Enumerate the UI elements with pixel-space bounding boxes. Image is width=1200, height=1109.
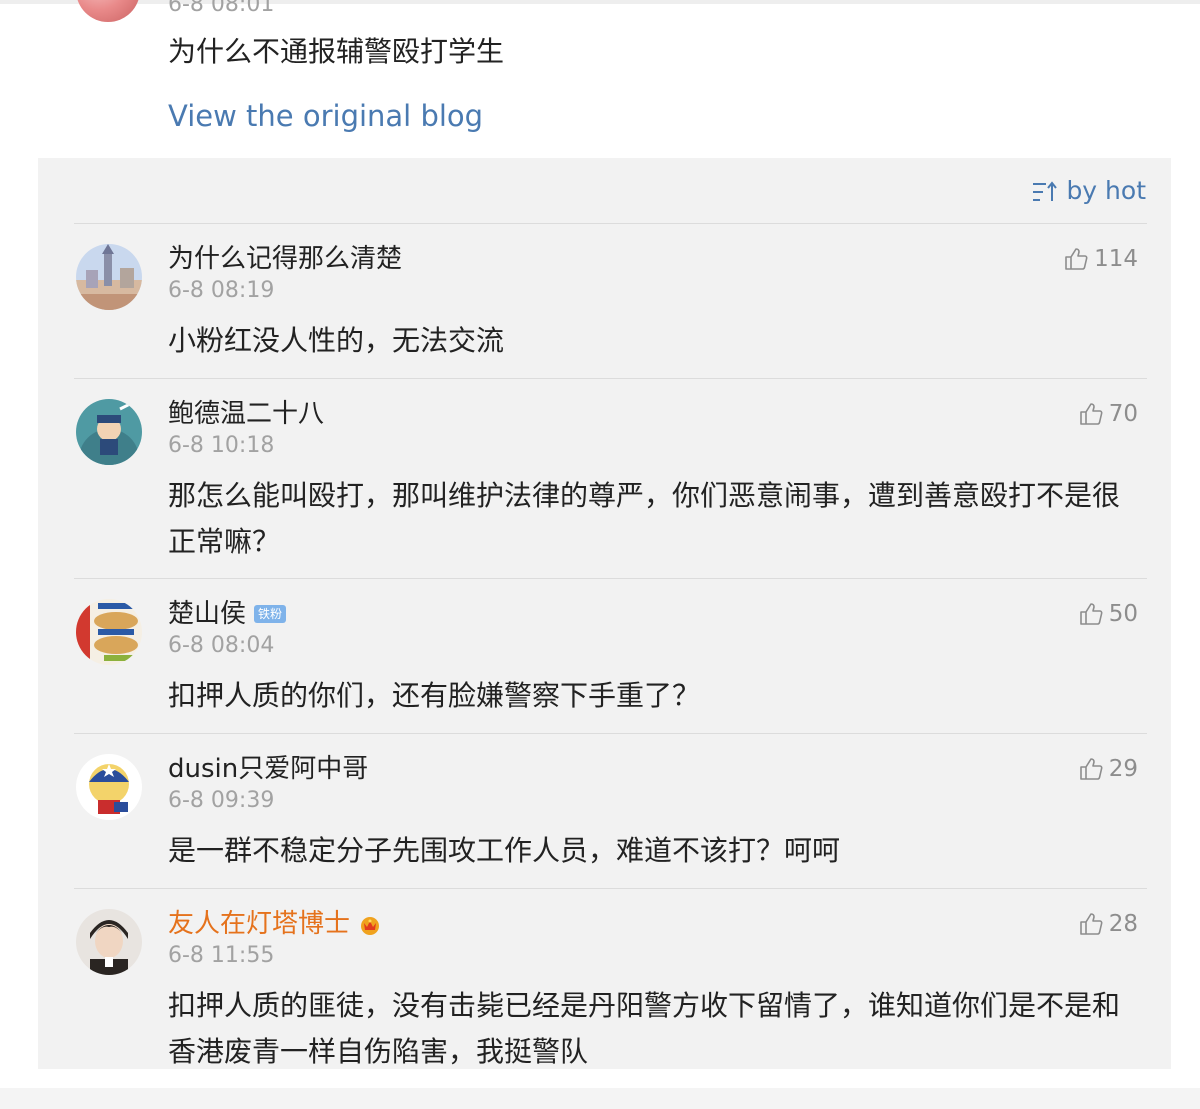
commenter-name-text: 友人在灯塔博士 xyxy=(168,909,351,939)
commenter-name[interactable]: 楚山侯 铁粉 xyxy=(168,597,287,631)
thumbs-up-icon xyxy=(1079,402,1103,426)
comment-text: 扣押人质的匪徒，没有击毙已经是丹阳警方收下留情了，谁知道你们是不是和香港废青一样… xyxy=(168,989,1121,1068)
comments-panel: by hot 为什么记得那么清楚 6-8 08:19 小粉红没人性的，无法交流 xyxy=(38,158,1171,1069)
like-count: 114 xyxy=(1094,246,1138,272)
like-button[interactable]: 70 xyxy=(1079,401,1138,427)
comment-time: 6-8 08:04 xyxy=(168,633,275,658)
thumbs-up-icon xyxy=(1079,602,1103,626)
original-post-time: 6-8 08:01 xyxy=(168,0,275,17)
sort-label: by hot xyxy=(1066,176,1146,205)
like-button[interactable]: 29 xyxy=(1079,756,1138,782)
commenter-name[interactable]: 为什么记得那么清楚 xyxy=(168,242,402,276)
comment-time: 6-8 09:39 xyxy=(168,788,275,813)
original-author-avatar[interactable] xyxy=(76,0,140,22)
comment-item: 为什么记得那么清楚 6-8 08:19 小粉红没人性的，无法交流 114 xyxy=(38,224,1171,378)
commenter-avatar[interactable] xyxy=(76,399,142,465)
like-button[interactable]: 50 xyxy=(1079,601,1138,627)
commenter-name[interactable]: 鲍德温二十八 xyxy=(168,397,324,431)
comment-item: 鲍德温二十八 6-8 10:18 那怎么能叫殴打，那叫维护法律的尊严，你们恶意闹… xyxy=(38,379,1171,578)
fan-badge: 铁粉 xyxy=(254,605,287,623)
commenter-name[interactable]: dusin只爱阿中哥 xyxy=(168,752,368,786)
thumbs-up-icon xyxy=(1064,247,1088,271)
original-post-text: 为什么不通报辅警殴打学生 xyxy=(168,35,505,68)
sort-by-hot-button[interactable]: by hot xyxy=(1032,174,1146,208)
thumbs-up-icon xyxy=(1079,757,1103,781)
weibo-comment-page: 6-8 08:01 为什么不通报辅警殴打学生 View the original… xyxy=(0,0,1200,1109)
comment-time: 6-8 11:55 xyxy=(168,943,275,968)
comment-text: 那怎么能叫殴打，那叫维护法律的尊严，你们恶意闹事，遭到善意殴打不是很正常嘛？ xyxy=(168,479,1121,558)
comment-text: 扣押人质的你们，还有脸嫌警察下手重了？ xyxy=(168,679,701,712)
comment-item: 楚山侯 铁粉 6-8 08:04 扣押人质的你们，还有脸嫌警察下手重了？ 50 xyxy=(38,579,1171,733)
vip-crown-icon xyxy=(358,912,382,936)
sort-descending-icon xyxy=(1032,179,1058,203)
comment-time: 6-8 08:19 xyxy=(168,278,275,303)
commenter-name-text: 楚山侯 xyxy=(168,599,247,629)
commenter-avatar[interactable] xyxy=(76,754,142,820)
commenter-avatar[interactable] xyxy=(76,599,142,665)
like-count: 50 xyxy=(1108,601,1138,627)
comment-text: 小粉红没人性的，无法交流 xyxy=(168,324,505,357)
like-count: 29 xyxy=(1108,756,1138,782)
comment-text: 是一群不稳定分子先围攻工作人员，难道不该打？呵呵 xyxy=(168,834,841,867)
commenter-name[interactable]: 友人在灯塔博士 xyxy=(168,907,382,941)
like-button[interactable]: 114 xyxy=(1064,246,1138,272)
like-count: 28 xyxy=(1108,911,1138,937)
comment-time: 6-8 10:18 xyxy=(168,433,275,458)
comment-item: dusin只爱阿中哥 6-8 09:39 是一群不稳定分子先围攻工作人员，难道不… xyxy=(38,734,1171,888)
like-count: 70 xyxy=(1108,401,1138,427)
commenter-avatar[interactable] xyxy=(76,244,142,310)
view-original-blog-link[interactable]: View the original blog xyxy=(168,96,483,136)
thumbs-up-icon xyxy=(1079,912,1103,936)
commenter-avatar[interactable] xyxy=(76,909,142,975)
comment-item: 友人在灯塔博士 6-8 11:55 扣押人质的匪徒，没有击毙已经是丹阳警方收下留… xyxy=(38,889,1171,1069)
bottom-divider xyxy=(0,1088,1200,1109)
like-button[interactable]: 28 xyxy=(1079,911,1138,937)
